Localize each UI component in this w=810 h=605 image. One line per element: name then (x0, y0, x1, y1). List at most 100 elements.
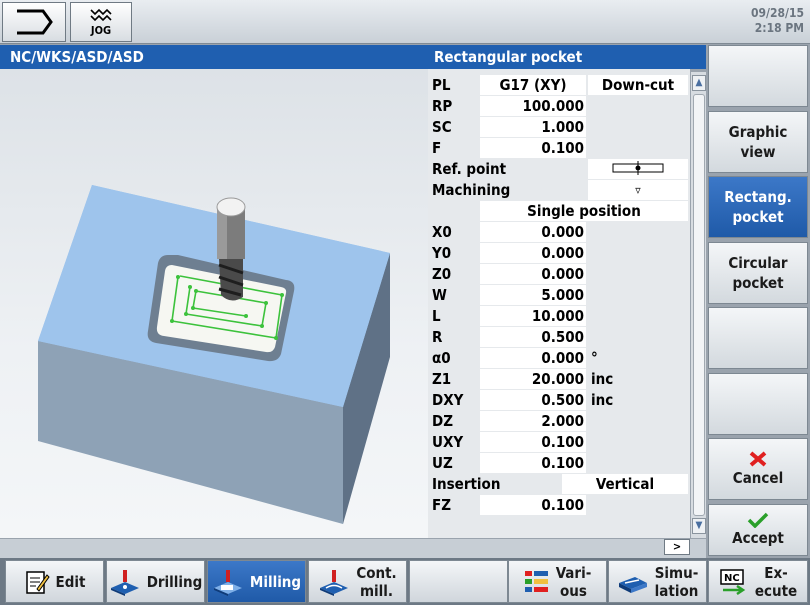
scroll-up-icon[interactable]: ▲ (692, 75, 706, 91)
pocket-graphic (0, 69, 428, 538)
status-row (0, 538, 706, 558)
param-unit[interactable]: inc (591, 370, 613, 388)
cancel-button[interactable]: Cancel (708, 438, 808, 500)
scroll-down-icon[interactable]: ▼ (692, 518, 706, 534)
next-page-button[interactable]: > (664, 539, 690, 555)
r-input[interactable]: 0.500 (480, 327, 586, 347)
edit-button[interactable]: Edit (5, 560, 104, 603)
param-label: FZ (432, 496, 452, 514)
jog-wave-icon (90, 8, 112, 22)
insertion-select[interactable]: Vertical (562, 474, 688, 494)
program-path: NC/WKS/ASD/ASD (0, 45, 428, 69)
pocket-workpiece-illustration (38, 185, 390, 524)
milling-direction-select[interactable]: Down-cut (588, 75, 688, 95)
machine-area-icon (17, 9, 53, 35)
softkey-label: Circular (728, 254, 788, 272)
softkey-label-line2: mill. (359, 581, 394, 600)
softkey-label: Vari-ous (556, 564, 592, 600)
param-label: RP (432, 97, 453, 115)
w-input[interactable]: 5.000 (480, 285, 586, 305)
softkey-label: Ex-ecute (755, 564, 797, 600)
execute-button[interactable]: NC Ex-ecute (708, 560, 808, 603)
y0-input[interactable]: 0.000 (480, 243, 586, 263)
softkey-label-line1: Vari- (555, 563, 592, 582)
rectangular-pocket-button[interactable]: Rectang. pocket (708, 176, 808, 238)
softkey-label: pocket (732, 274, 784, 292)
param-unit[interactable]: inc (591, 391, 613, 409)
param-label: R (432, 328, 443, 346)
l-input[interactable]: 10.000 (480, 306, 586, 326)
graphic-view-button[interactable]: Graphic view (708, 111, 808, 173)
param-label: Y0 (432, 244, 452, 262)
form-scrollbar[interactable]: ▲ ▼ (690, 72, 706, 538)
softkey-label: Graphic (728, 123, 788, 141)
param-label: α0 (432, 349, 451, 367)
pl-plane-select[interactable]: G17 (XY) (480, 75, 586, 95)
softkey-label: Rectang. (724, 188, 792, 206)
fz-input[interactable]: 0.100 (480, 495, 586, 515)
svg-text:NC: NC (724, 573, 740, 584)
param-row: Z0 0.000 (428, 263, 690, 284)
softkey-label: Cont. mill. (356, 564, 396, 600)
accept-button[interactable]: Accept (708, 504, 808, 556)
insertion-label: Insertion (432, 475, 501, 493)
alpha0-input[interactable]: 0.000 (480, 348, 586, 368)
time-text: 2:18 PM (754, 21, 804, 35)
ref-point-icon (612, 161, 664, 175)
z0-input[interactable]: 0.000 (480, 264, 586, 284)
scroll-thumb[interactable] (693, 94, 705, 516)
milling-cutter (216, 197, 246, 301)
uxy-input[interactable]: 0.100 (480, 432, 586, 452)
param-label: Z1 (432, 370, 452, 388)
various-button[interactable]: Vari-ous (508, 560, 607, 603)
jog-label: JOG (90, 24, 112, 37)
param-row-pl: PL G17 (XY) Down-cut (428, 74, 690, 95)
milling-button[interactable]: Milling (207, 560, 306, 603)
softkey-label: view (740, 143, 776, 161)
param-row: Z1 20.000 inc (428, 368, 690, 389)
simulation-button[interactable]: Simu-lation (608, 560, 707, 603)
softkey-label-line1: Ex- (764, 563, 788, 582)
param-label: F (432, 139, 442, 157)
jog-mode-button[interactable]: JOG (70, 2, 132, 42)
rp-input[interactable]: 100.000 (480, 96, 586, 116)
operating-area-button[interactable] (2, 2, 66, 42)
param-label: Z0 (432, 265, 452, 283)
param-unit: ° (591, 349, 598, 367)
milling-icon (213, 569, 242, 596)
softkey-label: pocket (732, 208, 784, 226)
dz-input[interactable]: 2.000 (480, 411, 586, 431)
param-label: UZ (432, 454, 453, 472)
softkey-h5[interactable] (409, 560, 508, 603)
contour-milling-button[interactable]: Cont. mill. (308, 560, 407, 603)
ref-point-label: Ref. point (432, 160, 507, 178)
date-text: 09/28/15 (751, 6, 804, 20)
z1-input[interactable]: 20.000 (480, 369, 586, 389)
param-label: DXY (432, 391, 464, 409)
uz-input[interactable]: 0.100 (480, 453, 586, 473)
softkey-label: Simu-lation (655, 564, 699, 600)
x0-input[interactable]: 0.000 (480, 222, 586, 242)
f-input[interactable]: 0.100 (480, 138, 586, 158)
softkey-label-line1: Simu- (654, 563, 699, 582)
cancel-x-icon (749, 451, 767, 467)
parameter-form: PL G17 (XY) Down-cut RP 100.000 SC 1.000… (428, 69, 690, 538)
position-mode-select[interactable]: Single position (480, 201, 688, 221)
drilling-icon (110, 569, 139, 596)
softkey-v1[interactable] (708, 45, 808, 107)
param-label: W (432, 286, 447, 304)
softkey-v5[interactable] (708, 307, 808, 369)
sc-input[interactable]: 1.000 (480, 117, 586, 137)
param-row-ref-point: Ref. point (428, 158, 690, 179)
param-row: L 10.000 (428, 305, 690, 326)
drilling-button[interactable]: Drilling (106, 560, 205, 603)
machining-select[interactable]: ▿ (588, 180, 688, 200)
param-row: DZ 2.000 (428, 410, 690, 431)
softkey-label: Drilling (146, 572, 203, 591)
param-row: α0 0.000 ° (428, 347, 690, 368)
dxy-input[interactable]: 0.500 (480, 390, 586, 410)
softkey-v6[interactable] (708, 373, 808, 435)
circular-pocket-button[interactable]: Circular pocket (708, 242, 808, 304)
ref-point-select[interactable] (588, 159, 688, 179)
various-grid-icon (524, 570, 548, 592)
